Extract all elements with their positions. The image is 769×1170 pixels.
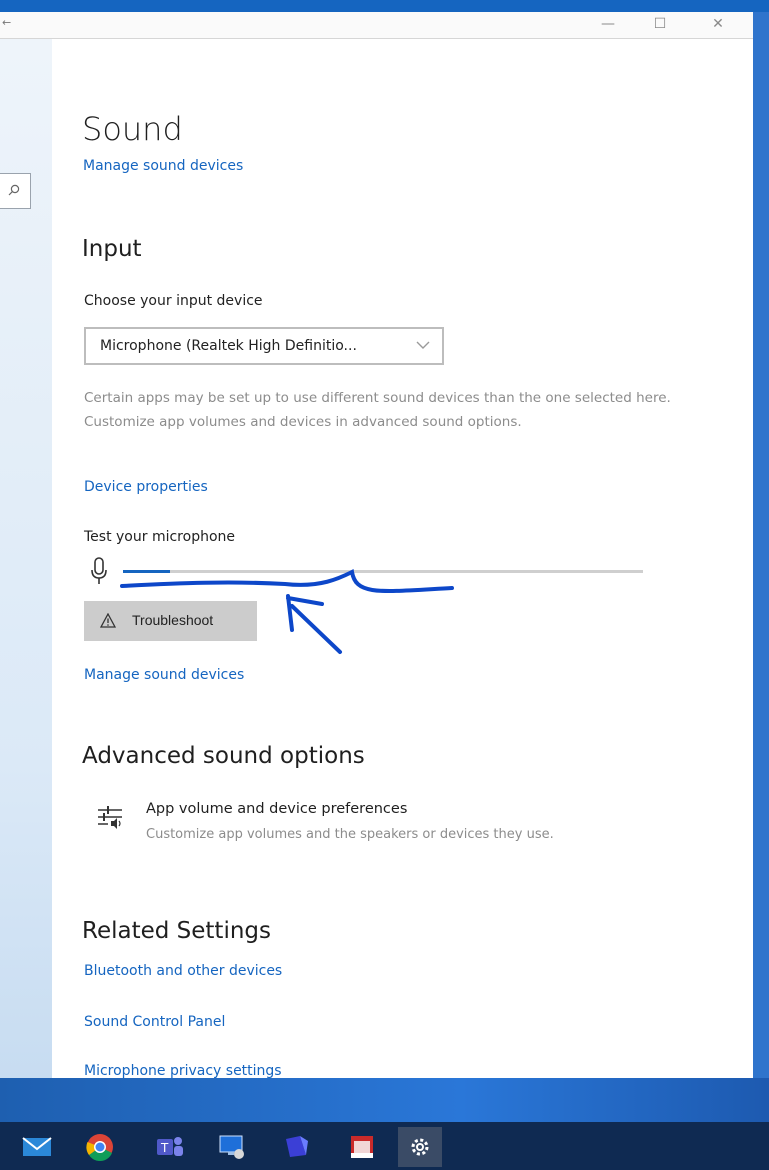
acrobat-icon[interactable] <box>340 1127 384 1167</box>
microphone-icon <box>91 557 107 584</box>
settings-nav-pane <box>0 39 52 1078</box>
app-volume-sliders-icon <box>98 806 122 829</box>
mail-icon[interactable] <box>15 1127 59 1167</box>
device-properties-link[interactable]: Device properties <box>84 479 208 495</box>
minimize-button[interactable]: — <box>590 14 626 34</box>
input-heading: Input <box>82 236 142 262</box>
related-settings-heading: Related Settings <box>82 918 271 944</box>
bluetooth-devices-link[interactable]: Bluetooth and other devices <box>84 963 282 979</box>
troubleshoot-button[interactable]: Troubleshoot <box>84 601 257 641</box>
input-device-dropdown[interactable]: Microphone (Realtek High Definitio... <box>84 327 444 365</box>
desktop-edge <box>753 12 769 1078</box>
search-box[interactable] <box>0 173 31 209</box>
chevron-down-icon <box>416 341 430 349</box>
warning-icon <box>100 613 116 628</box>
input-device-value: Microphone (Realtek High Definitio... <box>100 338 357 354</box>
page-title: Sound <box>82 110 183 148</box>
chrome-icon[interactable] <box>78 1127 122 1167</box>
search-icon <box>8 184 20 196</box>
maximize-button[interactable]: ☐ <box>642 14 678 34</box>
manage-sound-devices-link-top[interactable]: Manage sound devices <box>83 158 243 174</box>
app-icon[interactable] <box>274 1127 318 1167</box>
remote-desktop-icon[interactable] <box>210 1127 254 1167</box>
manage-sound-devices-link[interactable]: Manage sound devices <box>84 667 244 683</box>
app-volume-desc: Customize app volumes and the speakers o… <box>146 827 554 842</box>
title-bar: ← — ☐ ✕ <box>0 12 769 39</box>
mic-level-fill <box>123 570 170 573</box>
close-button[interactable]: ✕ <box>700 14 736 34</box>
advanced-sound-heading: Advanced sound options <box>82 743 365 769</box>
svg-text:T: T <box>160 1141 169 1155</box>
window-top-border <box>0 0 769 12</box>
settings-gear-icon[interactable] <box>398 1127 442 1167</box>
app-volume-title: App volume and device preferences <box>146 801 408 817</box>
desktop-wallpaper-strip <box>0 1078 769 1122</box>
sound-control-panel-link[interactable]: Sound Control Panel <box>84 1014 225 1030</box>
choose-input-label: Choose your input device <box>84 293 263 309</box>
input-device-note: Certain apps may be set up to use differ… <box>84 390 671 430</box>
back-arrow-icon[interactable]: ← <box>2 16 11 29</box>
test-microphone-label: Test your microphone <box>84 529 235 545</box>
teams-icon[interactable]: T <box>148 1127 192 1167</box>
microphone-privacy-link[interactable]: Microphone privacy settings <box>84 1063 282 1079</box>
mic-level-meter <box>123 570 643 573</box>
troubleshoot-label: Troubleshoot <box>132 612 214 628</box>
app-volume-preferences-item[interactable]: App volume and device preferences Custom… <box>84 796 644 848</box>
